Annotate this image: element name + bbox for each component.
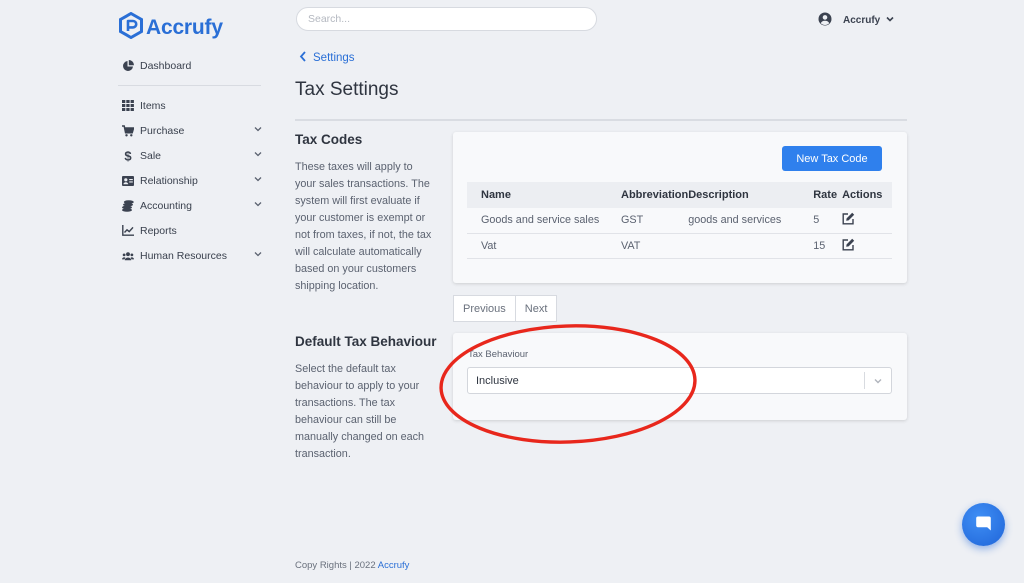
- sidebar-item-label: Human Resources: [140, 249, 227, 262]
- sidebar-item-label: Relationship: [140, 174, 198, 187]
- page-title: Tax Settings: [295, 79, 399, 100]
- app-name: Accrufy: [146, 16, 223, 39]
- table-header-row: Name Abbreviation Description Rate Actio…: [467, 182, 892, 208]
- chevron-down-icon[interactable]: [252, 248, 264, 260]
- cell-actions: [837, 208, 892, 234]
- breadcrumb-label: Settings: [313, 52, 355, 64]
- dollar-icon: $: [122, 149, 134, 162]
- sidebar-item-relationship[interactable]: Relationship: [122, 168, 264, 193]
- sidebar-item-dashboard[interactable]: Dashboard: [122, 60, 261, 72]
- cart-icon: [122, 124, 134, 137]
- users-icon: [122, 250, 134, 262]
- column-header-actions: Actions: [837, 182, 892, 208]
- chevron-down-icon[interactable]: [252, 198, 264, 210]
- sidebar-item-label: Items: [140, 99, 166, 112]
- column-header-abbreviation: Abbreviation: [607, 182, 689, 208]
- cell-actions: [837, 233, 892, 259]
- edit-icon[interactable]: [842, 212, 855, 225]
- cell-rate: 5: [801, 208, 838, 234]
- divider: [295, 119, 907, 121]
- cell-name: Goods and service sales: [467, 208, 607, 234]
- grid-icon: [122, 100, 134, 112]
- chevron-left-icon: [299, 51, 307, 65]
- tax-codes-table: Name Abbreviation Description Rate Actio…: [467, 182, 892, 259]
- pagination: Previous Next: [453, 295, 558, 322]
- user-name: Accrufy: [843, 15, 881, 26]
- default-tax-title: Default Tax Behaviour: [295, 334, 437, 349]
- sidebar-item-label: Accounting: [140, 199, 192, 212]
- tax-behaviour-select[interactable]: Inclusive: [467, 367, 892, 394]
- footer: Copy Rights | 2022 Accrufy: [295, 560, 409, 571]
- tax-codes-description: These taxes will apply to your sales tra…: [295, 161, 432, 292]
- column-header-name: Name: [467, 182, 607, 208]
- table-row: Vat VAT 15: [467, 233, 892, 259]
- sidebar-divider: [118, 85, 261, 86]
- chevron-down-icon[interactable]: [252, 123, 264, 135]
- tax-behaviour-value: Inclusive: [476, 374, 519, 387]
- cell-rate: 15: [801, 233, 838, 259]
- cell-description: [688, 233, 802, 259]
- chevron-down-icon[interactable]: [252, 173, 264, 185]
- new-tax-code-button[interactable]: New Tax Code: [782, 146, 882, 171]
- edit-icon[interactable]: [842, 238, 855, 251]
- sidebar: Accrufy Dashboard Items Purchase $ Sale: [0, 0, 272, 583]
- sidebar-item-human-resources[interactable]: Human Resources: [122, 243, 264, 268]
- footer-brand-link[interactable]: Accrufy: [378, 560, 410, 571]
- contact-card-icon: [122, 175, 134, 187]
- footer-copyright: Copy Rights | 2022: [295, 560, 376, 571]
- sidebar-item-items[interactable]: Items: [122, 93, 264, 118]
- svg-text:$: $: [124, 149, 132, 162]
- previous-page-button[interactable]: Previous: [453, 295, 516, 322]
- chevron-down-icon: [885, 14, 895, 27]
- logo-icon: [119, 11, 143, 44]
- sidebar-item-label: Sale: [140, 149, 162, 162]
- cell-abbreviation: VAT: [607, 233, 689, 259]
- cell-abbreviation: GST: [607, 208, 689, 234]
- cell-name: Vat: [467, 233, 607, 259]
- sidebar-item-label: Purchase: [140, 124, 185, 137]
- line-chart-icon: [122, 225, 134, 237]
- user-avatar-icon: [818, 12, 832, 29]
- sidebar-item-label: Reports: [140, 224, 177, 237]
- sidebar-item-purchase[interactable]: Purchase: [122, 118, 264, 143]
- tax-codes-title: Tax Codes: [295, 132, 363, 147]
- table-row: Goods and service sales GST goods and se…: [467, 208, 892, 234]
- coins-icon: [122, 199, 134, 212]
- column-header-rate: Rate: [801, 182, 838, 208]
- default-tax-description: Select the default tax behaviour to appl…: [295, 363, 425, 460]
- next-page-button[interactable]: Next: [515, 295, 558, 322]
- chevron-down-icon[interactable]: [865, 376, 891, 386]
- sidebar-item-sale[interactable]: $ Sale: [122, 143, 264, 168]
- sidebar-item-accounting[interactable]: Accounting: [122, 193, 264, 218]
- user-menu[interactable]: Accrufy: [818, 12, 895, 29]
- chevron-down-icon[interactable]: [252, 148, 264, 160]
- sidebar-nav: Items Purchase $ Sale Relationship Accou…: [122, 93, 264, 268]
- pie-chart-icon: [122, 60, 134, 72]
- chat-bubble-icon: [975, 515, 992, 535]
- tax-behaviour-label: Tax Behaviour: [468, 349, 529, 360]
- sidebar-item-reports[interactable]: Reports: [122, 218, 264, 243]
- chat-button[interactable]: [962, 503, 1005, 546]
- search-input[interactable]: [296, 7, 597, 31]
- breadcrumb-back-link[interactable]: Settings: [299, 51, 355, 65]
- app-logo[interactable]: Accrufy: [119, 11, 223, 44]
- column-header-description: Description: [688, 182, 802, 208]
- sidebar-item-label: Dashboard: [140, 60, 192, 72]
- cell-description: goods and services: [688, 208, 802, 234]
